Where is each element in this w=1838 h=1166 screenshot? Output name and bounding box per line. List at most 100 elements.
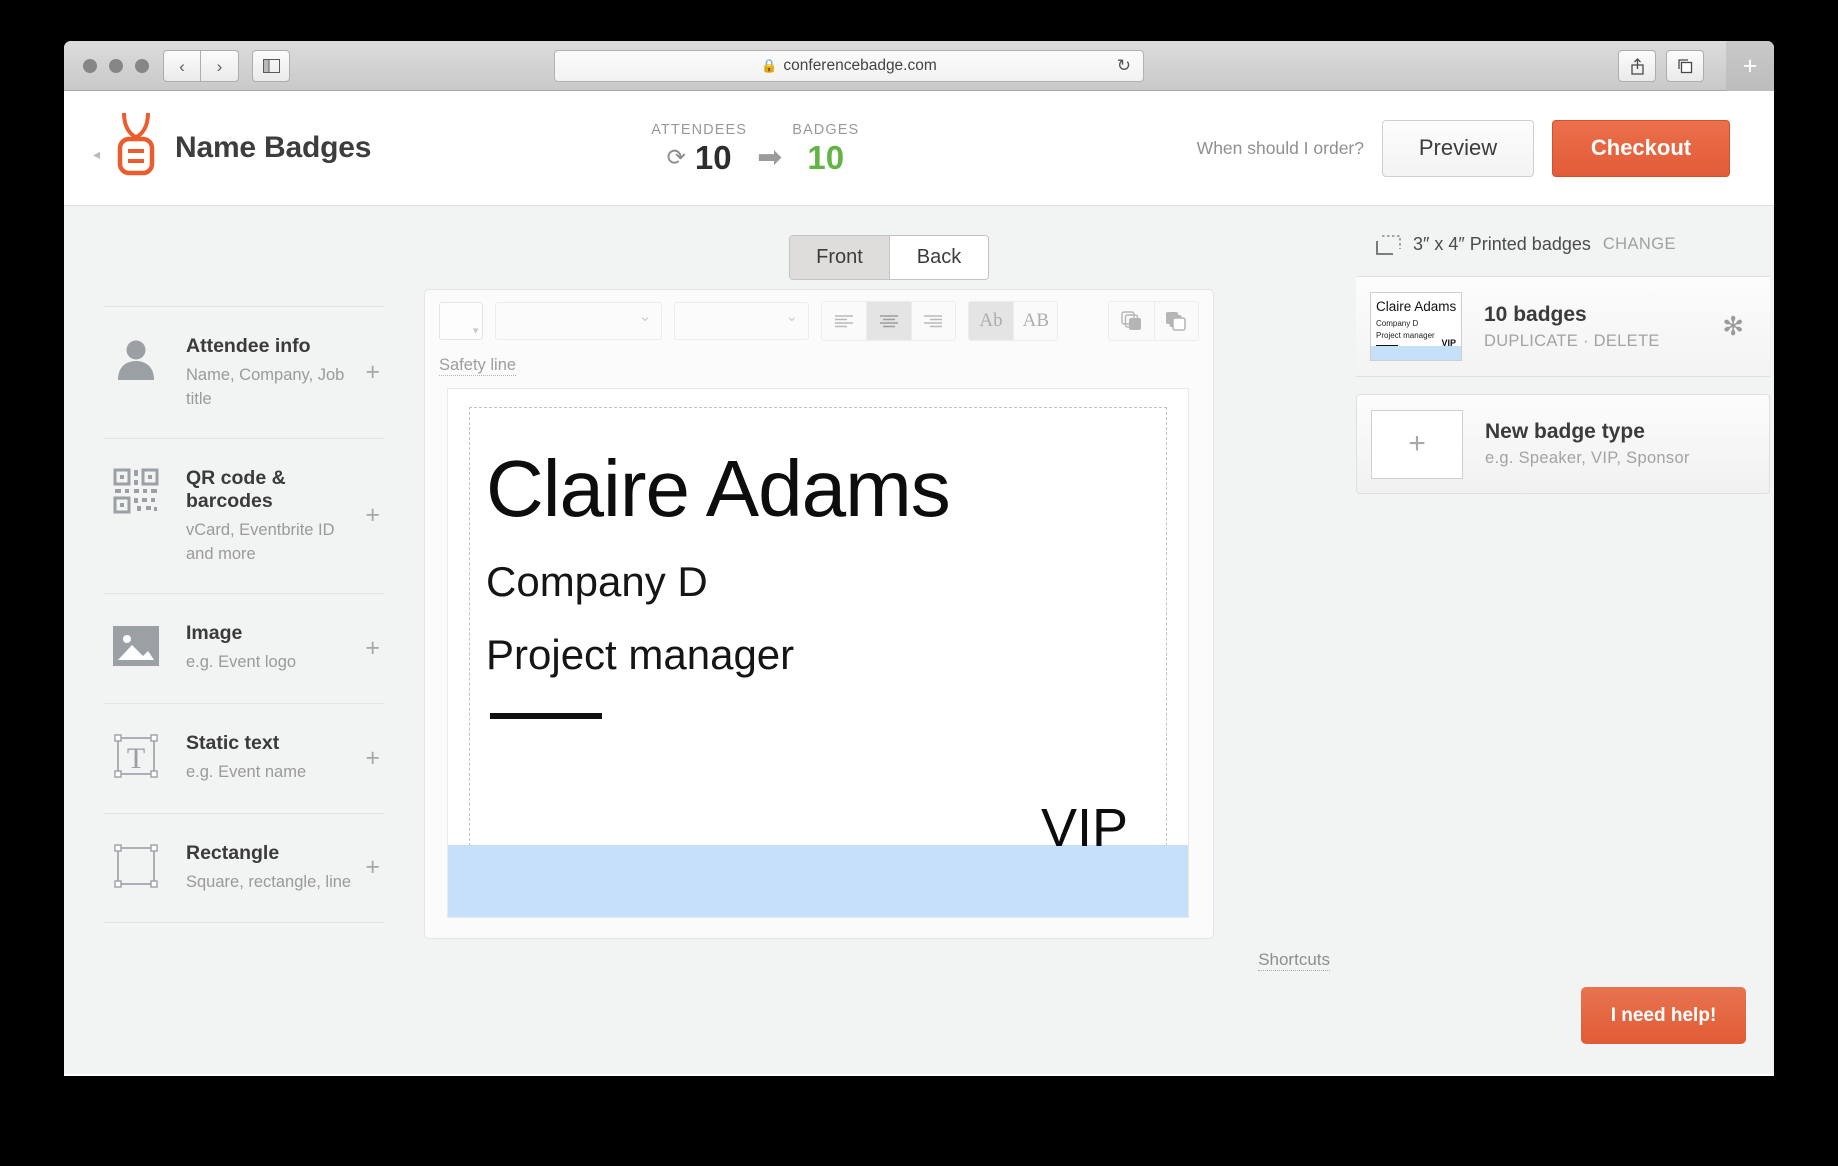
duplicate-button[interactable] xyxy=(1109,302,1154,340)
editor-card: Ab AB xyxy=(424,289,1214,939)
new-badge-type-card[interactable]: + New badge type e.g. Speaker, VIP, Spon… xyxy=(1356,394,1770,494)
sidebar-toggle-icon xyxy=(262,59,280,73)
sidebar-item-title: Image xyxy=(186,621,243,644)
app-body: Attendee info Name, Company, Job title + xyxy=(64,206,1774,1074)
tab-back[interactable]: Back xyxy=(889,236,988,279)
case-mixed-label: Ab xyxy=(979,310,1003,331)
badge-tag-text[interactable]: VIP xyxy=(1041,801,1128,855)
rectangle-icon xyxy=(108,840,164,892)
browser-toolbar: ‹ › 🔒 conferencebadge.com ↻ + xyxy=(64,41,1774,91)
badge-size-row: 3″ x 4″ Printed badges CHANGE xyxy=(1354,206,1774,255)
share-button[interactable] xyxy=(1618,50,1656,82)
new-badge-type-subtitle: e.g. Speaker, VIP, Sponsor xyxy=(1485,449,1690,467)
new-tab-button[interactable]: + xyxy=(1726,41,1774,91)
minimize-window-button[interactable] xyxy=(109,59,123,73)
add-image-button[interactable]: + xyxy=(365,634,384,663)
checkout-button[interactable]: Checkout xyxy=(1552,119,1730,177)
badge-lanyard-logo xyxy=(110,111,162,185)
chevron-right-icon: › xyxy=(216,56,223,76)
add-attendee-info-button[interactable]: + xyxy=(365,358,384,387)
sidebar-item-title: Attendee info xyxy=(186,335,311,357)
show-tabs-icon xyxy=(1678,59,1693,74)
formatting-toolbar: Ab AB xyxy=(425,290,1213,352)
sidebar-toggle-button[interactable] xyxy=(252,50,290,82)
sidebar-item-subtitle: Square, rectangle, line xyxy=(186,872,352,891)
plus-icon: + xyxy=(1742,51,1758,80)
need-help-button[interactable]: I need help! xyxy=(1581,987,1746,1044)
badge-type-actions[interactable]: DUPLICATE · DELETE xyxy=(1484,332,1660,351)
close-window-button[interactable] xyxy=(83,59,97,73)
collapse-panel-button[interactable]: ◂ xyxy=(93,146,100,163)
back-button[interactable]: ‹ xyxy=(163,50,201,82)
badge-size-text: 3″ x 4″ Printed badges xyxy=(1413,234,1591,254)
badges-value: 10 xyxy=(807,138,845,176)
thumb-company: Company D xyxy=(1376,319,1419,328)
badge-attendee-name[interactable]: Claire Adams xyxy=(486,449,951,529)
shortcuts-link[interactable]: Shortcuts xyxy=(1258,950,1330,971)
arrow-right-icon: ➡ xyxy=(757,140,783,174)
text-case-group: Ab AB xyxy=(967,301,1059,341)
tab-front[interactable]: Front xyxy=(790,236,889,279)
sidebar-item-image[interactable]: Image e.g. Event logo + xyxy=(104,592,384,703)
badge-company[interactable]: Company D xyxy=(486,561,708,603)
badge-size-icon xyxy=(1376,234,1401,255)
new-badge-thumb[interactable]: + xyxy=(1371,409,1463,479)
align-left-button[interactable] xyxy=(822,302,867,340)
maximize-window-button[interactable] xyxy=(135,59,149,73)
thumb-name: Claire Adams xyxy=(1376,299,1457,314)
browser-right-buttons xyxy=(1618,50,1704,82)
badge-thumbnail[interactable]: Claire Adams Company D Project manager V… xyxy=(1370,292,1462,361)
align-center-button[interactable] xyxy=(866,302,911,340)
sidebar-item-title: Static text xyxy=(186,731,280,754)
case-uppercase-label: AB xyxy=(1022,310,1049,331)
font-family-select[interactable] xyxy=(495,302,663,340)
badge-job-title[interactable]: Project manager xyxy=(486,634,794,676)
sidebar-item-qr-code[interactable]: QR code & barcodes vCard, Eventbrite ID … xyxy=(104,437,384,593)
text-color-picker[interactable] xyxy=(439,302,484,340)
text-align-group xyxy=(821,301,956,341)
thumb-color-bar xyxy=(1371,346,1461,360)
badges-counter: BADGES 10 xyxy=(792,122,859,174)
sidebar-item-static-text[interactable]: T Static text e.g. Event name + xyxy=(104,702,384,813)
align-right-button[interactable] xyxy=(910,302,955,340)
forward-button[interactable]: › xyxy=(201,50,239,82)
case-uppercase-button[interactable]: AB xyxy=(1013,302,1058,340)
add-rectangle-button[interactable]: + xyxy=(365,853,384,882)
add-qr-code-button[interactable]: + xyxy=(365,501,384,530)
preview-button[interactable]: Preview xyxy=(1382,119,1534,177)
case-mixed-button[interactable]: Ab xyxy=(968,302,1014,340)
sidebar-item-subtitle: Name, Company, Job title xyxy=(186,366,345,408)
show-tabs-button[interactable] xyxy=(1666,50,1704,82)
sync-icon[interactable]: ⟳ xyxy=(667,144,686,171)
gear-icon[interactable]: ✻ xyxy=(1722,311,1744,342)
sidebar-item-title: QR code & barcodes xyxy=(186,466,286,512)
copy-button[interactable] xyxy=(1153,302,1198,340)
badges-label: BADGES xyxy=(792,121,860,138)
sidebar-item-subtitle: e.g. Event name xyxy=(186,762,307,781)
chevron-left-icon: ‹ xyxy=(179,56,185,76)
change-size-link[interactable]: CHANGE xyxy=(1603,235,1676,254)
url-bar[interactable]: 🔒 conferencebadge.com ↻ xyxy=(554,50,1144,82)
safety-line-label: Safety line xyxy=(439,356,517,376)
new-badge-type-title: New badge type xyxy=(1485,420,1645,443)
sidebar-item-rectangle[interactable]: Rectangle Square, rectangle, line + xyxy=(104,812,384,923)
attendees-counter: ATTENDEES ⟳ 10 xyxy=(651,122,747,174)
align-left-icon xyxy=(835,315,854,328)
font-size-select[interactable] xyxy=(674,302,810,340)
copy-outline-icon xyxy=(1166,312,1187,331)
add-static-text-button[interactable]: + xyxy=(365,744,384,773)
badge-divider-rule[interactable] xyxy=(490,713,602,719)
layer-group xyxy=(1108,301,1199,341)
url-text-group: 🔒 conferencebadge.com xyxy=(761,57,937,75)
image-icon xyxy=(108,620,164,672)
text-box-icon: T xyxy=(108,730,164,782)
browser-window: ‹ › 🔒 conferencebadge.com ↻ + ◂ Name Bad… xyxy=(64,41,1774,1076)
qr-code-icon xyxy=(108,465,164,517)
badge-canvas[interactable]: Claire Adams Company D Project manager V… xyxy=(447,388,1189,918)
reload-icon[interactable]: ↻ xyxy=(1117,56,1131,76)
badge-type-card[interactable]: Claire Adams Company D Project manager V… xyxy=(1356,276,1770,377)
sidebar-item-attendee-info[interactable]: Attendee info Name, Company, Job title + xyxy=(104,306,384,438)
align-center-icon xyxy=(879,315,898,328)
app-header: ◂ Name Badges ATTENDEES ⟳ 10 ➡ BADGES 10… xyxy=(64,91,1774,206)
when-should-i-order-link[interactable]: When should I order? xyxy=(1197,138,1364,159)
